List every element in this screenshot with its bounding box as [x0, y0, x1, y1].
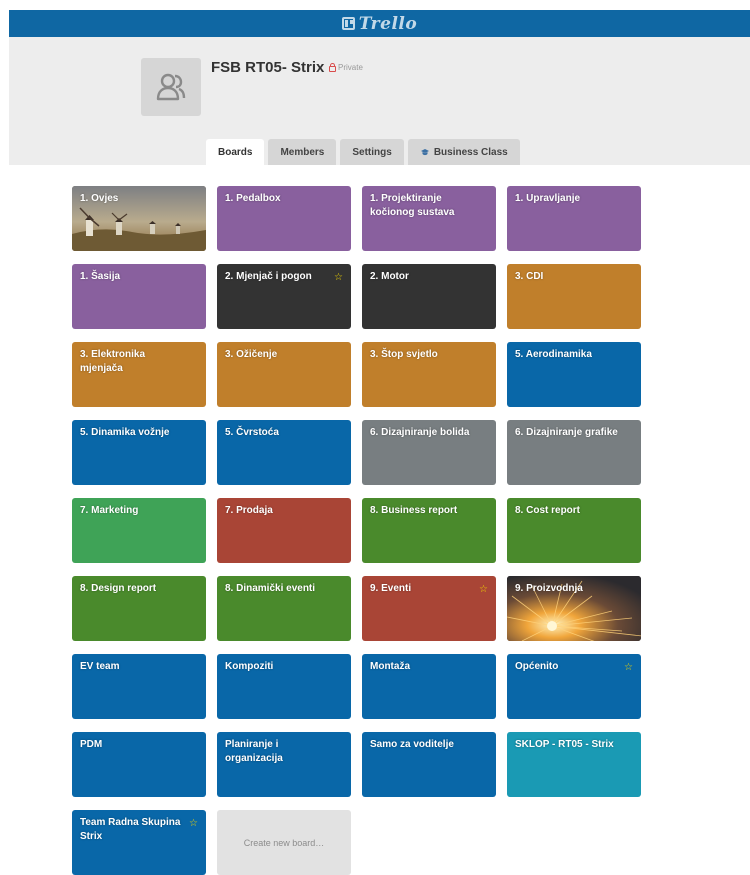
- board-title: 5. Čvrstoća: [225, 427, 279, 438]
- board-title: 1. Upravljanje: [515, 193, 581, 204]
- tab-settings[interactable]: Settings: [340, 139, 404, 165]
- board-tile-5-cvrstoca[interactable]: 5. Čvrstoća: [217, 420, 351, 485]
- board-tile-9-proizvodnja[interactable]: 9. Proizvodnja: [507, 576, 641, 641]
- star-icon[interactable]: ☆: [334, 271, 343, 285]
- board-title: 2. Motor: [370, 271, 409, 282]
- board-title: 2. Mjenjač i pogon: [225, 271, 312, 282]
- board-title: 8. Design report: [80, 583, 157, 594]
- board-title: SKLOP - RT05 - Strix: [515, 739, 614, 750]
- board-title: 7. Marketing: [80, 505, 139, 516]
- tab-boards[interactable]: Boards: [206, 139, 265, 165]
- board-title: EV team: [80, 661, 120, 672]
- tab-members[interactable]: Members: [268, 139, 337, 165]
- board-tile-6-dizajniranje-bolida[interactable]: 6. Dizajniranje bolida: [362, 420, 496, 485]
- board-title: 3. CDI: [515, 271, 544, 282]
- board-tile-sklop-rt05-strix[interactable]: SKLOP - RT05 - Strix: [507, 732, 641, 797]
- board-tile-pdm[interactable]: PDM: [72, 732, 206, 797]
- star-icon[interactable]: ☆: [189, 817, 198, 831]
- board-title: 5. Dinamika vožnje: [80, 427, 170, 438]
- board-tile-7-prodaja[interactable]: 7. Prodaja: [217, 498, 351, 563]
- board-title: 9. Eventi: [370, 583, 412, 594]
- star-icon[interactable]: ☆: [479, 583, 488, 597]
- board-title: 8. Cost report: [515, 505, 581, 516]
- board-tile-2-motor[interactable]: 2. Motor: [362, 264, 496, 329]
- business-class-icon: [420, 149, 429, 156]
- board-tile-8-cost-report[interactable]: 8. Cost report: [507, 498, 641, 563]
- board-title: 7. Prodaja: [225, 505, 273, 516]
- board-title: 8. Dinamički eventi: [225, 583, 316, 594]
- board-grid: 1. Ovjes 1. Pedalbox 1. Projektiranje koči…: [72, 186, 652, 875]
- board-title: Planiranje i organizacija: [225, 739, 283, 764]
- board-tile-8-design-report[interactable]: 8. Design report: [72, 576, 206, 641]
- top-bar: Trello: [9, 10, 750, 37]
- board-title: 1. Projektiranje kočionog sustava: [370, 193, 455, 218]
- board-title: 8. Business report: [370, 505, 458, 516]
- create-board-tile[interactable]: Create new board…: [217, 810, 351, 875]
- board-title: 3. Štop svjetlo: [370, 349, 438, 360]
- board-title: 6. Dizajniranje grafike: [515, 427, 618, 438]
- board-tile-1-ovjes[interactable]: 1. Ovjes: [72, 186, 206, 251]
- board-title: 1. Šasija: [80, 271, 121, 282]
- board-tile-samo-za-voditelje[interactable]: Samo za voditelje: [362, 732, 496, 797]
- board-tile-8-dinamicki-eventi[interactable]: 8. Dinamički eventi: [217, 576, 351, 641]
- board-tile-3-elektronika-mjenjaca[interactable]: 3. Elektronika mjenjača: [72, 342, 206, 407]
- board-tile-planiranje-i-organizacija[interactable]: Planiranje i organizacija: [217, 732, 351, 797]
- board-tile-2-mjenjac-i-pogon[interactable]: 2. Mjenjač i pogon ☆: [217, 264, 351, 329]
- board-title: 6. Dizajniranje bolida: [370, 427, 470, 438]
- board-tile-opcenito[interactable]: Općenito ☆: [507, 654, 641, 719]
- board-title: 1. Ovjes: [80, 193, 119, 204]
- tab-business-class[interactable]: Business Class: [407, 139, 520, 165]
- team-tabs: Boards Members Settings Business Class: [206, 139, 520, 165]
- board-tile-5-dinamika-voznje[interactable]: 5. Dinamika vožnje: [72, 420, 206, 485]
- trello-board-icon: [341, 17, 355, 30]
- board-title: Samo za voditelje: [370, 739, 454, 750]
- board-tile-7-marketing[interactable]: 7. Marketing: [72, 498, 206, 563]
- board-tile-9-eventi[interactable]: 9. Eventi ☆: [362, 576, 496, 641]
- board-title: Općenito: [515, 661, 559, 672]
- trello-logo[interactable]: Trello: [341, 13, 418, 34]
- board-tile-3-ozicenje[interactable]: 3. Ožičenje: [217, 342, 351, 407]
- board-title: PDM: [80, 739, 103, 750]
- create-board-label: Create new board…: [243, 837, 325, 848]
- board-title: Team Radna Skupina Strix: [80, 817, 181, 842]
- board-tile-1-upravljanje[interactable]: 1. Upravljanje: [507, 186, 641, 251]
- board-tile-montaza[interactable]: Montaža: [362, 654, 496, 719]
- board-title: 9. Proizvodnja: [515, 583, 583, 594]
- board-tile-3-stop-svjetlo[interactable]: 3. Štop svjetlo: [362, 342, 496, 407]
- team-avatar[interactable]: [141, 58, 201, 116]
- board-title: 5. Aerodinamika: [515, 349, 592, 360]
- lock-icon: [329, 62, 336, 72]
- board-tile-kompoziti[interactable]: Kompoziti: [217, 654, 351, 719]
- board-tile-1-pedalbox[interactable]: 1. Pedalbox: [217, 186, 351, 251]
- board-tile-3-cdi[interactable]: 3. CDI: [507, 264, 641, 329]
- board-tile-1-projektiranje-kocionog-sustava[interactable]: 1. Projektiranje kočionog sustava: [362, 186, 496, 251]
- board-tile-6-dizajniranje-grafike[interactable]: 6. Dizajniranje grafike: [507, 420, 641, 485]
- board-title: 3. Ožičenje: [225, 349, 278, 360]
- board-title: 1. Pedalbox: [225, 193, 281, 204]
- team-members-icon: [156, 73, 186, 101]
- visibility-badge[interactable]: Private: [329, 62, 363, 72]
- board-title: Montaža: [370, 661, 410, 672]
- board-tile-1-sasija[interactable]: 1. Šasija: [72, 264, 206, 329]
- team-header: FSB RT05- Strix Private Boards Members S…: [9, 37, 750, 165]
- visibility-label: Private: [338, 63, 363, 72]
- board-tile-team-radna-skupina-strix[interactable]: Team Radna Skupina Strix ☆: [72, 810, 206, 875]
- board-title: 3. Elektronika mjenjača: [80, 349, 146, 374]
- board-title: Kompoziti: [225, 661, 274, 672]
- board-tile-8-business-report[interactable]: 8. Business report: [362, 498, 496, 563]
- board-tile-5-aerodinamika[interactable]: 5. Aerodinamika: [507, 342, 641, 407]
- logo-text: Trello: [358, 13, 418, 34]
- team-name: FSB RT05- Strix: [211, 59, 325, 76]
- star-icon[interactable]: ☆: [624, 661, 633, 675]
- board-tile-ev-team[interactable]: EV team: [72, 654, 206, 719]
